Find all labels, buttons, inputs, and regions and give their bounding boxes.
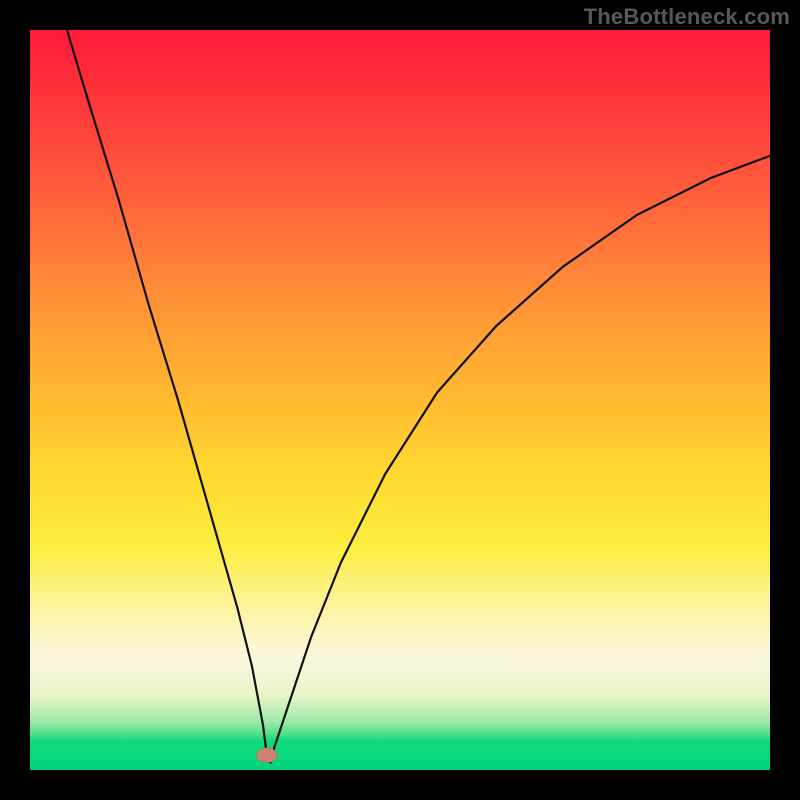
chart-curve bbox=[67, 30, 770, 763]
optimal-point-marker bbox=[256, 748, 277, 763]
chart-frame: TheBottleneck.com bbox=[0, 0, 800, 800]
watermark-label: TheBottleneck.com bbox=[584, 4, 790, 30]
chart-svg bbox=[30, 30, 770, 770]
plot-area bbox=[30, 30, 770, 770]
